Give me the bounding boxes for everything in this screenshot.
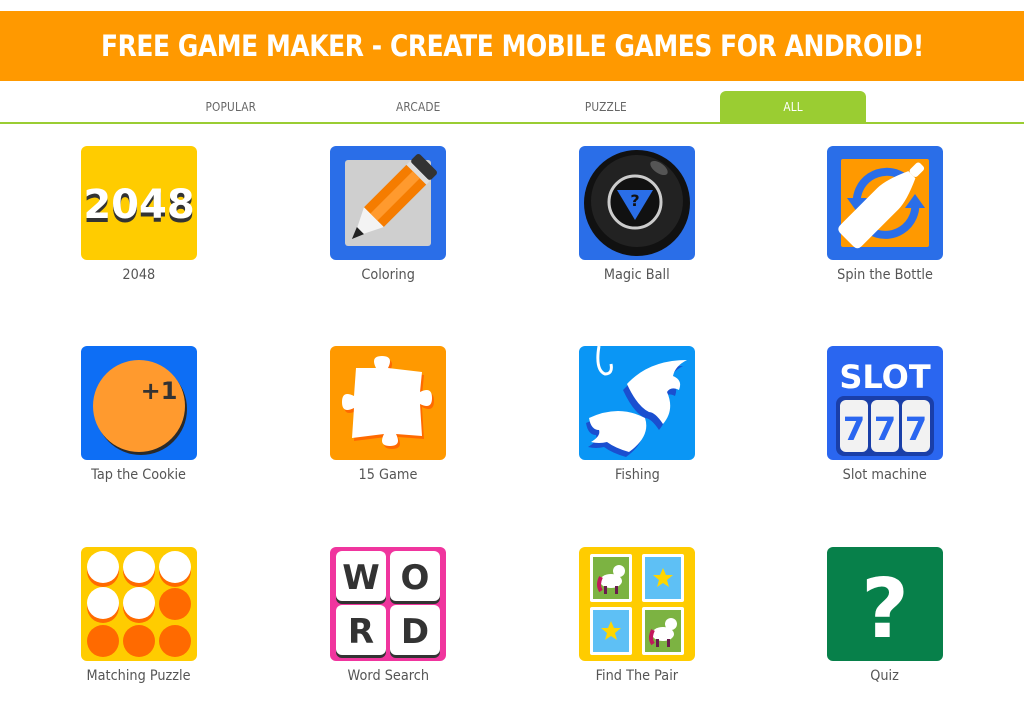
svg-text:W: W <box>342 558 380 598</box>
game-label[interactable]: 2048 <box>121 267 157 283</box>
game-card-tap-the-cookie[interactable]: +1 Tap the Cookie <box>49 346 229 483</box>
game-label[interactable]: Matching Puzzle <box>82 668 195 684</box>
game-card-2048[interactable]: 2048 2048 2048 <box>49 146 229 283</box>
circles-grid-icon[interactable] <box>81 547 197 661</box>
game-label[interactable]: Find The Pair <box>592 668 682 684</box>
question-mark-icon[interactable]: ? <box>827 547 943 661</box>
svg-text:7: 7 <box>843 410 865 448</box>
pencil-icon[interactable] <box>330 146 446 260</box>
game-label[interactable]: Tap the Cookie <box>87 467 190 483</box>
game-card-quiz[interactable]: ? Quiz <box>795 547 975 684</box>
game-label[interactable]: Fishing <box>613 467 662 483</box>
2048-tile-icon[interactable]: 2048 2048 <box>81 146 197 260</box>
game-label[interactable]: Word Search <box>344 668 433 684</box>
game-label[interactable]: Spin the Bottle <box>833 267 937 283</box>
svg-text:?: ? <box>861 562 909 657</box>
spinning-bottle-icon[interactable] <box>827 146 943 260</box>
game-card-matching-puzzle[interactable]: Matching Puzzle <box>49 547 229 684</box>
game-label[interactable]: Quiz <box>869 668 900 684</box>
slot-machine-icon[interactable]: SLOT 7 7 7 <box>827 346 943 460</box>
game-card-coloring[interactable]: Coloring <box>298 146 478 283</box>
svg-text:D: D <box>401 612 429 652</box>
game-label[interactable]: Slot machine <box>839 467 930 483</box>
game-label[interactable]: 15 Game <box>356 467 420 483</box>
magic-8-ball-icon[interactable]: ? <box>579 146 695 260</box>
word-tiles-icon[interactable]: W O R D <box>330 547 446 661</box>
cookie-icon[interactable]: +1 <box>81 346 197 460</box>
game-label[interactable]: Magic Ball <box>601 267 673 283</box>
game-label[interactable]: Coloring <box>359 267 417 283</box>
svg-text:+1: +1 <box>141 377 178 405</box>
svg-text:7: 7 <box>874 410 896 448</box>
svg-text:7: 7 <box>905 410 927 448</box>
games-grid: 2048 2048 2048 Coloring ? Magic Ball Spi… <box>0 0 1024 715</box>
fish-hook-icon[interactable] <box>579 346 695 460</box>
memory-cards-icon[interactable] <box>579 547 695 661</box>
game-card-spin-the-bottle[interactable]: Spin the Bottle <box>795 146 975 283</box>
puzzle-piece-icon[interactable] <box>330 346 446 460</box>
svg-text:2048: 2048 <box>83 182 194 228</box>
game-card-find-the-pair[interactable]: Find The Pair <box>547 547 727 684</box>
game-card-fishing[interactable]: Fishing <box>547 346 727 483</box>
game-card-slot-machine[interactable]: SLOT 7 7 7 Slot machine <box>795 346 975 483</box>
svg-text:R: R <box>348 612 374 652</box>
svg-text:O: O <box>401 558 430 598</box>
game-card-magic-ball[interactable]: ? Magic Ball <box>547 146 727 283</box>
game-card-15-game[interactable]: 15 Game <box>298 346 478 483</box>
svg-text:?: ? <box>630 191 639 210</box>
svg-text:SLOT: SLOT <box>839 358 931 396</box>
game-card-word-search[interactable]: W O R D Word Search <box>298 547 478 684</box>
